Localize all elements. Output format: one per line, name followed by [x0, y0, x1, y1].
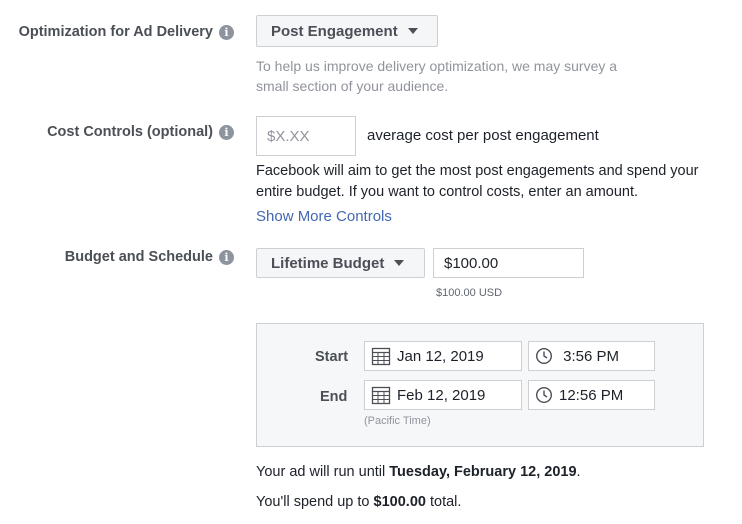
clock-icon: [535, 386, 553, 404]
budget-schedule-label-text: Budget and Schedule: [64, 249, 213, 265]
end-time-value: 12:56 PM: [559, 386, 624, 404]
cost-controls-desc-line1: Facebook will aim to get the most post e…: [256, 163, 699, 179]
cost-controls-desc-line2: entire budget. If you want to control co…: [256, 184, 639, 200]
run-date: Tuesday, February 12, 2019: [389, 464, 577, 480]
calendar-icon: [371, 385, 391, 405]
end-date-field[interactable]: Feb 12, 2019: [364, 380, 522, 410]
budget-type-selected: Lifetime Budget: [271, 254, 385, 272]
chevron-down-icon: [394, 260, 405, 266]
end-label: End: [320, 389, 348, 405]
info-icon[interactable]: i: [219, 24, 234, 40]
cost-controls-label-text: Cost Controls (optional): [47, 124, 213, 140]
run-prefix: Your ad will run until: [256, 464, 390, 480]
cost-controls-suffix: average cost per post engagement: [367, 127, 599, 144]
optimization-label-text: Optimization for Ad Delivery: [18, 24, 213, 40]
start-time-value: 3:56 PM: [559, 347, 620, 365]
start-date-value: Jan 12, 2019: [397, 347, 484, 365]
budget-schedule-label: Budget and Schedule i: [65, 249, 234, 265]
budget-amount-input[interactable]: $100.00: [433, 248, 584, 278]
budget-amount-value: $100.00: [444, 254, 499, 272]
info-icon[interactable]: i: [219, 124, 234, 140]
cost-control-placeholder: $X.XX: [267, 127, 310, 145]
end-date-value: Feb 12, 2019: [397, 386, 486, 404]
optimization-label: Optimization for Ad Delivery i: [19, 24, 234, 40]
spend-prefix: You'll spend up to: [256, 494, 374, 510]
timezone-note: (Pacific Time): [364, 415, 431, 427]
optimization-help-line2: small section of your audience.: [256, 78, 449, 94]
optimization-selected: Post Engagement: [271, 22, 398, 40]
spend-text: You'll spend up to $100.00 total.: [256, 491, 461, 513]
budget-type-dropdown[interactable]: Lifetime Budget: [256, 248, 425, 278]
show-more-controls-link[interactable]: Show More Controls: [256, 208, 392, 225]
end-time-field[interactable]: 12:56 PM: [528, 380, 655, 410]
optimization-help-line1: To help us improve delivery optimization…: [256, 58, 618, 74]
start-time-field[interactable]: 3:56 PM: [528, 341, 655, 371]
calendar-icon: [371, 346, 391, 366]
budget-amount-note: $100.00 USD: [436, 287, 503, 299]
chevron-down-icon: [407, 28, 418, 34]
cost-control-input[interactable]: $X.XX: [256, 116, 356, 156]
info-icon[interactable]: i: [219, 249, 234, 265]
optimization-dropdown[interactable]: Post Engagement: [256, 15, 438, 47]
start-label: Start: [315, 349, 349, 365]
spend-amount: $100.00: [373, 494, 426, 510]
cost-controls-label: Cost Controls (optional) i: [47, 124, 234, 140]
start-date-field[interactable]: Jan 12, 2019: [364, 341, 522, 371]
spend-suffix: total.: [425, 494, 462, 510]
run-suffix: .: [576, 464, 581, 480]
clock-icon: [535, 347, 553, 365]
run-until-text: Your ad will run until Tuesday, February…: [256, 461, 581, 483]
